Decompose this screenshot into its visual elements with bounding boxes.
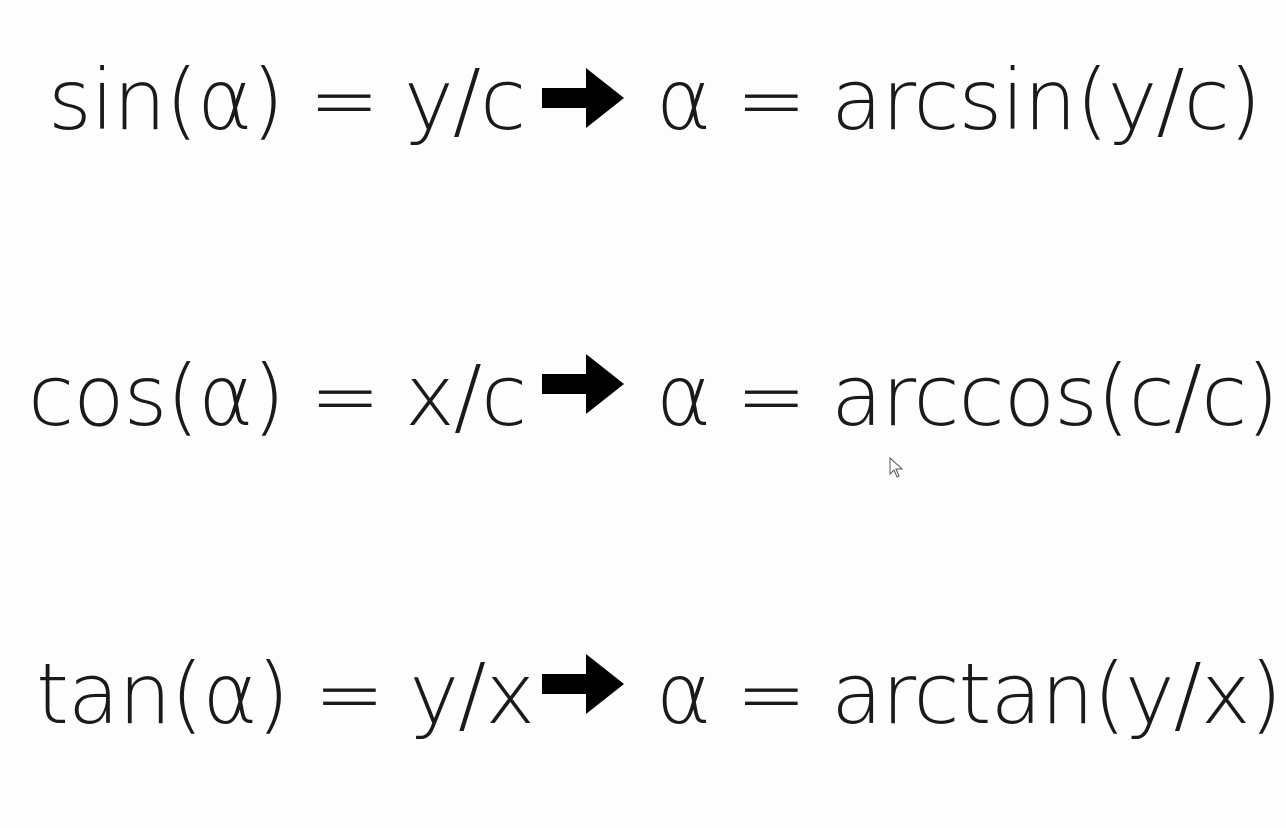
equation-lhs-cos: cos(α) = x/c bbox=[28, 347, 527, 445]
right-arrow-icon bbox=[542, 66, 626, 130]
mouse-pointer-icon bbox=[889, 457, 905, 479]
equation-rhs-arcsin: α = arcsin(y/c) bbox=[656, 51, 1262, 149]
equation-rhs-arccos: α = arccos(c/c) bbox=[656, 347, 1279, 445]
equation-lhs-tan: tan(α) = y/x bbox=[36, 645, 535, 743]
formula-slide: sin(α) = y/c α = arcsin(y/c) cos(α) = x/… bbox=[0, 0, 1286, 828]
right-arrow-icon bbox=[542, 352, 626, 416]
equation-rhs-arctan: α = arctan(y/x) bbox=[656, 645, 1282, 743]
right-arrow-icon bbox=[542, 652, 626, 716]
equation-lhs-sin: sin(α) = y/c bbox=[48, 51, 526, 149]
